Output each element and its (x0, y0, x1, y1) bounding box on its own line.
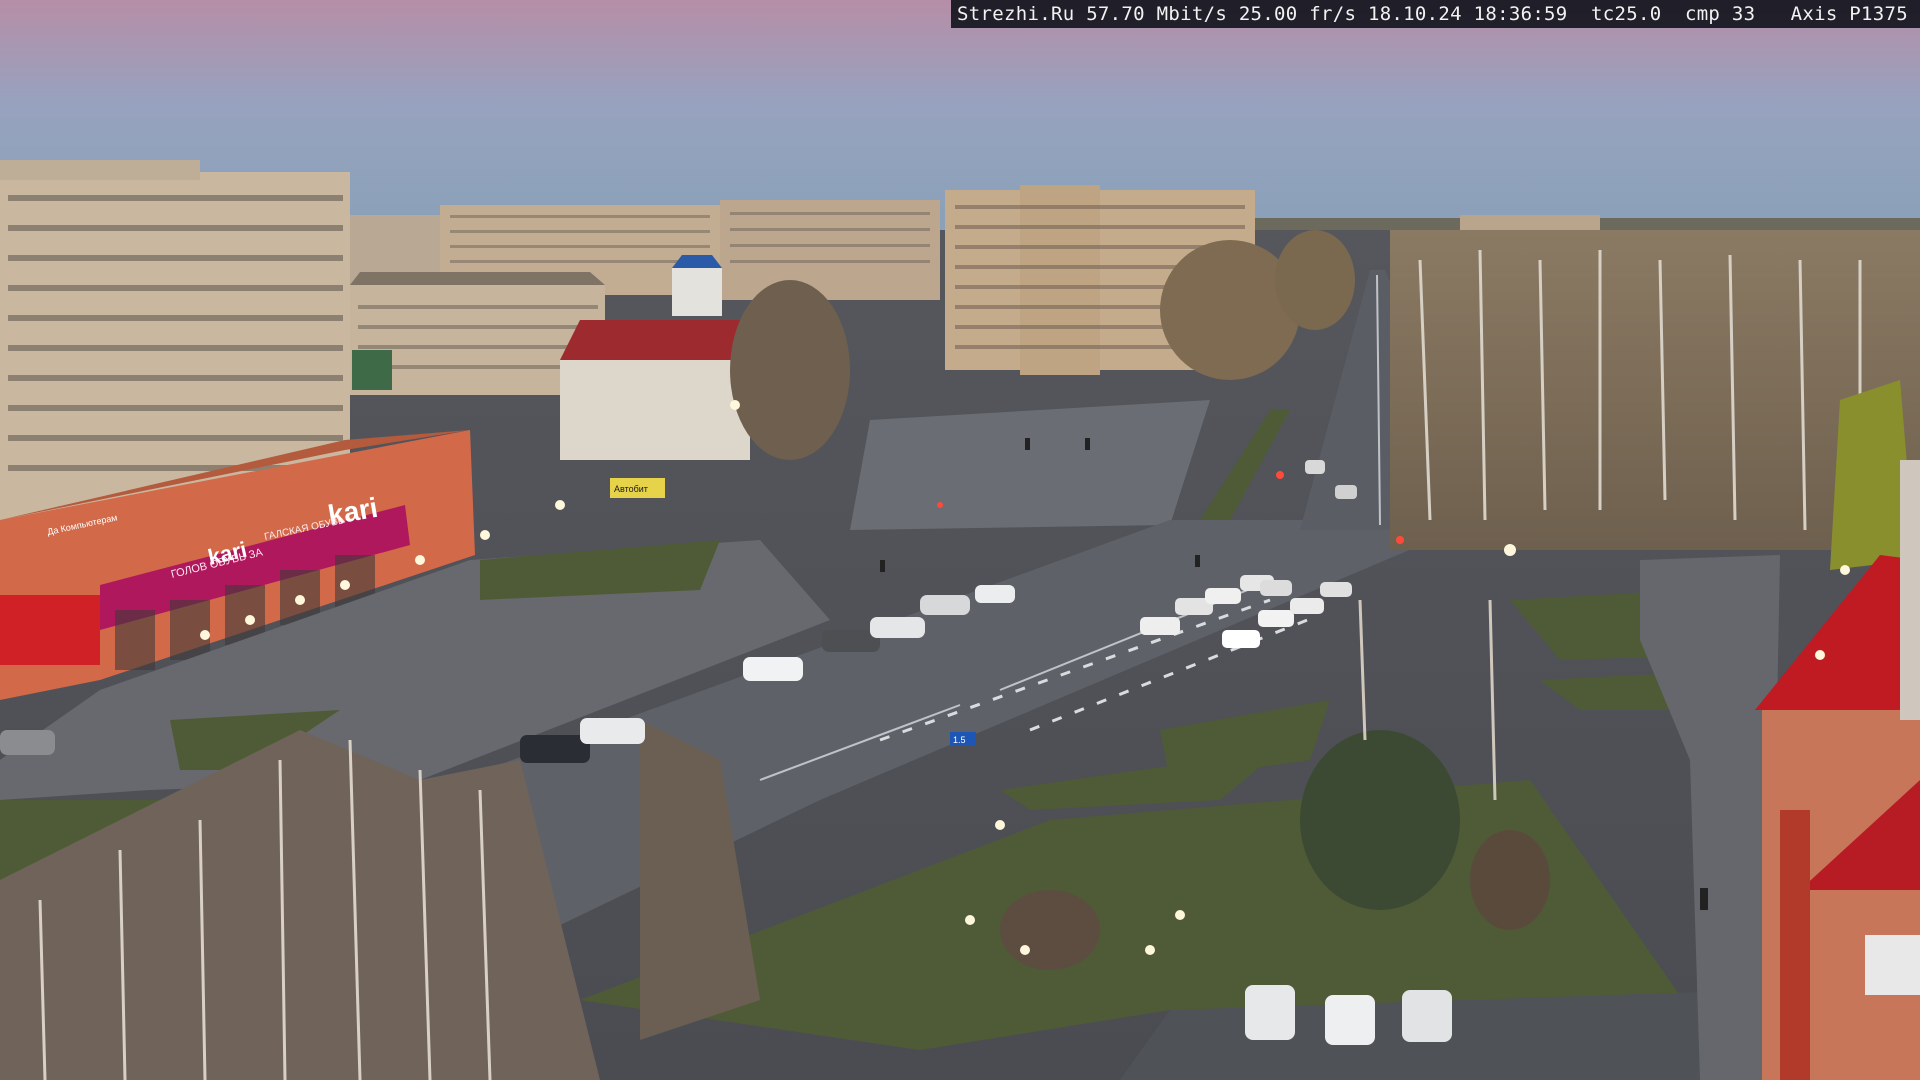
overlay-time: 18:36:59 (1473, 3, 1568, 25)
camera-overlay-bar: Strezhi.Ru 57.70 Mbit/s 25.00 fr/s 18.10… (951, 0, 1920, 28)
camera-scene: kari kari ГОЛОВ ОБУВЬ ЗА ГАЛСКАЯ ОБУВЬ Д… (0, 0, 1920, 1080)
center-store-sign-text: Автобит (614, 484, 648, 494)
overlay-site: Strezhi.Ru (957, 3, 1075, 25)
blue-roof-tower (672, 255, 722, 316)
overlay-camera: Axis P1375 (1790, 3, 1908, 25)
central-plaza (850, 400, 1210, 530)
overlay-fps: 25.00 fr/s (1238, 3, 1357, 25)
road-sign-text: 1.5 (953, 735, 966, 745)
overlay-date: 18.10.24 (1367, 3, 1462, 25)
green-roof-house (352, 350, 392, 390)
overlay-tc: tc25.0 (1591, 3, 1662, 25)
right-forest (1390, 230, 1920, 570)
overlay-bitrate: 57.70 Mbit/s (1086, 3, 1228, 25)
overlay-cmp: cmp 33 (1684, 3, 1756, 25)
